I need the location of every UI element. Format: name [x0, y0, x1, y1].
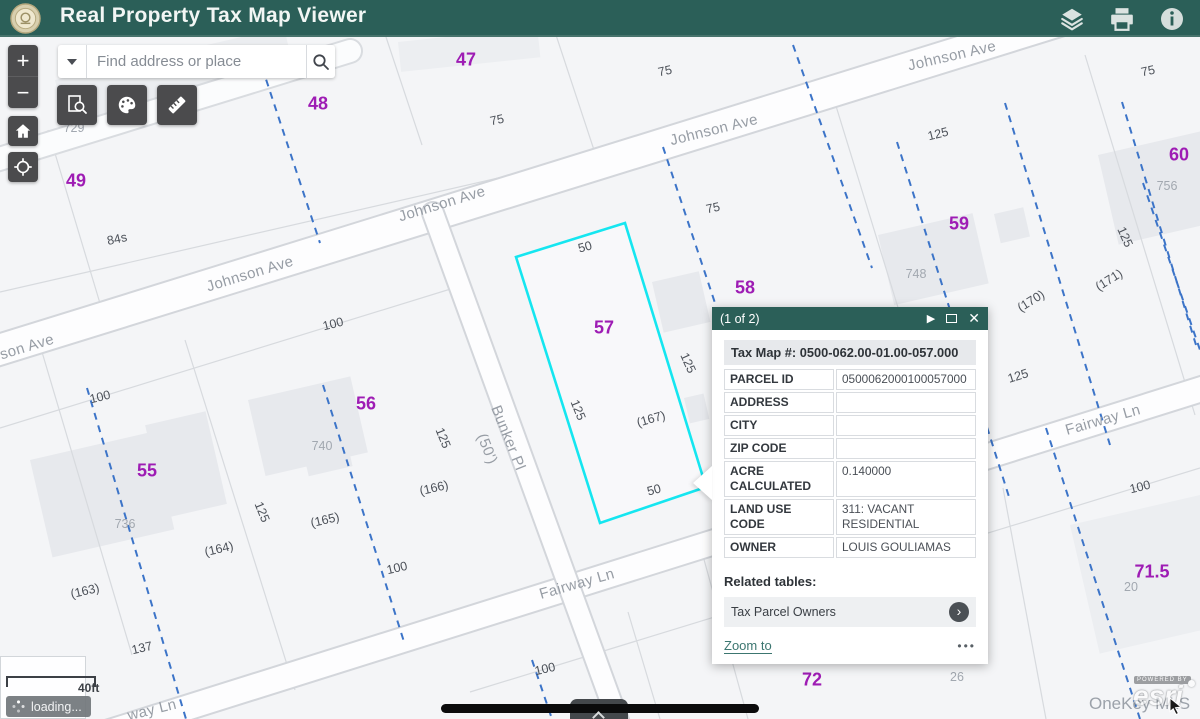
locate-icon — [13, 157, 33, 177]
popup-dock-icon[interactable] — [946, 314, 957, 323]
popup-field-label: PARCEL ID — [724, 369, 834, 390]
popup-field-row: ACRE CALCULATED0.140000 — [724, 461, 976, 497]
esri-attribution: POWERED BY esri — [1131, 674, 1197, 716]
chevron-down-icon — [67, 59, 77, 65]
popup-field-value — [836, 415, 976, 436]
search-box — [58, 45, 335, 78]
identify-tool-button[interactable] — [57, 85, 97, 125]
layers-icon[interactable] — [1058, 5, 1086, 33]
popup-callout-tail — [693, 466, 712, 500]
popup-field-value: 0500062000100057000 — [836, 369, 976, 390]
popup-more-icon[interactable]: ••• — [957, 639, 976, 653]
popup-attribute-table: PARCEL ID0500062000100057000ADDRESSCITYZ… — [724, 369, 976, 558]
zoom-in-button[interactable]: + — [8, 45, 38, 77]
mouse-cursor — [1168, 697, 1184, 715]
page-title: Real Property Tax Map Viewer — [60, 4, 366, 28]
app-window: Johnson AveJohnson AveJohnson AveJohnson… — [0, 0, 1200, 719]
popup-close-icon[interactable]: ✕ — [968, 310, 980, 327]
search-source-dropdown[interactable] — [58, 45, 87, 78]
ruler-icon — [165, 93, 189, 117]
zoom-to-link[interactable]: Zoom to — [724, 638, 772, 654]
popup-field-value — [836, 438, 976, 459]
scale-bar-label: 40ft — [78, 681, 99, 695]
popup-field-row: PARCEL ID0500062000100057000 — [724, 369, 976, 390]
popup-next-icon[interactable]: ▶ — [927, 312, 935, 325]
related-tables-list: Tax Parcel Owners› — [724, 597, 976, 627]
zoom-control: + − — [8, 45, 38, 108]
popup-field-label: ADDRESS — [724, 392, 834, 413]
popup-field-value: LOUIS GOULIAMAS — [836, 537, 976, 558]
home-button[interactable] — [8, 116, 38, 146]
spinner-icon — [12, 700, 25, 713]
popup-field-row: ADDRESS — [724, 392, 976, 413]
selected-parcel-highlight[interactable] — [516, 223, 706, 523]
search-icon — [312, 53, 330, 71]
popup-field-label: OWNER — [724, 537, 834, 558]
popup-field-value: 0.140000 — [836, 461, 976, 497]
popup-title: Tax Map #: 0500-062.00-01.00-057.000 — [724, 340, 976, 365]
esri-logo-dot — [1188, 680, 1195, 687]
palette-icon — [116, 94, 138, 116]
related-table-item[interactable]: Tax Parcel Owners› — [724, 597, 976, 627]
feature-popup: (1 of 2) ▶ ✕ Tax Map #: 0500-062.00-01.0… — [712, 307, 988, 664]
print-icon[interactable] — [1108, 5, 1136, 33]
identify-icon — [66, 94, 88, 116]
popup-pager: (1 of 2) — [720, 312, 760, 326]
search-input[interactable] — [87, 45, 306, 78]
locate-button[interactable] — [8, 152, 38, 182]
loading-label: loading... — [31, 700, 82, 714]
popup-field-label: ZIP CODE — [724, 438, 834, 459]
popup-field-value: 311: VACANT RESIDENTIAL — [836, 499, 976, 535]
popup-field-row: OWNERLOUIS GOULIAMAS — [724, 537, 976, 558]
home-icon — [14, 122, 32, 140]
draw-tool-button[interactable] — [107, 85, 147, 125]
related-tables-heading: Related tables: — [724, 574, 976, 589]
popup-field-row: LAND USE CODE311: VACANT RESIDENTIAL — [724, 499, 976, 535]
popup-field-label: ACRE CALCULATED — [724, 461, 834, 497]
zoom-out-button[interactable]: − — [8, 77, 38, 108]
loading-badge: loading... — [6, 696, 91, 717]
popup-field-value — [836, 392, 976, 413]
popup-header: (1 of 2) ▶ ✕ — [712, 307, 988, 330]
popup-field-row: ZIP CODE — [724, 438, 976, 459]
related-table-label: Tax Parcel Owners — [731, 605, 949, 619]
search-button[interactable] — [306, 45, 335, 78]
measure-tool-button[interactable] — [157, 85, 197, 125]
county-seal-logo — [10, 3, 41, 34]
app-header: Real Property Tax Map Viewer — [0, 0, 1200, 37]
popup-field-label: LAND USE CODE — [724, 499, 834, 535]
popup-field-row: CITY — [724, 415, 976, 436]
chevron-right-icon[interactable]: › — [949, 602, 969, 622]
info-icon[interactable] — [1158, 5, 1186, 33]
popup-field-label: CITY — [724, 415, 834, 436]
